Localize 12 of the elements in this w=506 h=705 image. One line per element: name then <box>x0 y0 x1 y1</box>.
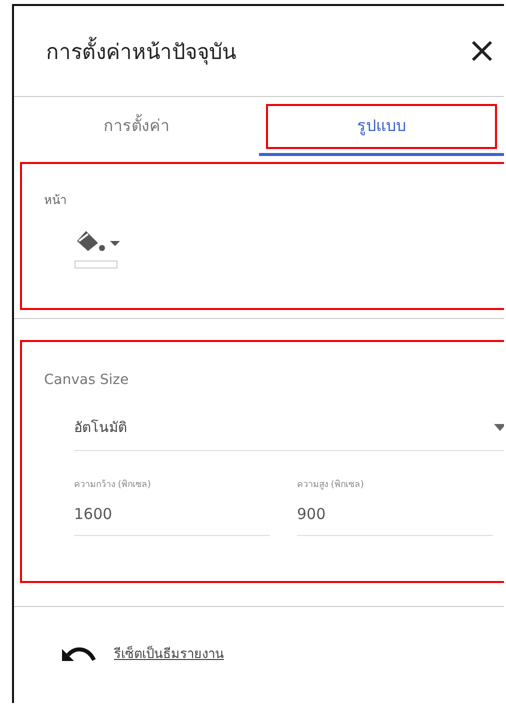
canvas-size-dropdown[interactable]: อัตโนมัติ <box>74 416 504 451</box>
panel-title: การตั้งค่าหน้าปัจจุบัน <box>46 34 236 68</box>
field-label: ความสูง (พิกเซล) <box>297 478 365 491</box>
undo-icon[interactable] <box>62 646 96 662</box>
section-heading: Canvas Size <box>44 372 130 388</box>
height-field[interactable]: 900 <box>297 505 493 523</box>
section-label: หน้า <box>44 192 68 209</box>
width-field[interactable]: 1600 <box>74 505 270 523</box>
close-icon[interactable] <box>470 39 494 63</box>
field-label: ความกว้าง (พิกเซล) <box>74 478 152 491</box>
reset-link[interactable]: รีเซ็ตเป็นธีมรายงาน <box>114 643 224 664</box>
dropdown-arrow-icon <box>494 424 504 430</box>
